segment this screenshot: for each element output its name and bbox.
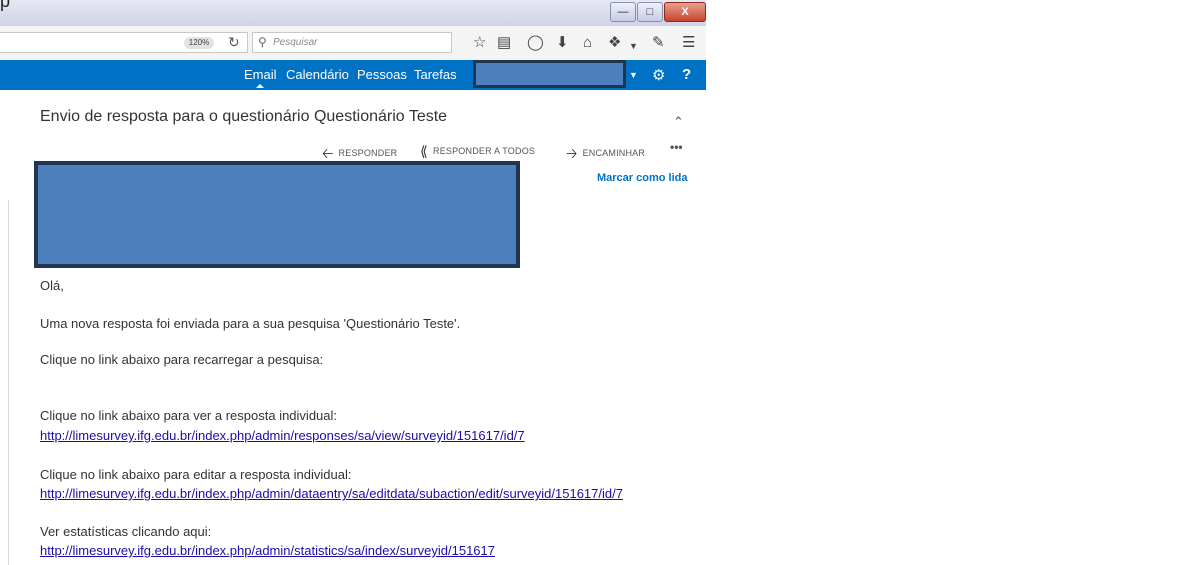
search-input[interactable]: ⚲ Pesquisar — [252, 32, 452, 53]
tab-tasks[interactable]: Tarefas — [414, 67, 457, 82]
view-response-link[interactable]: http://limesurvey.ifg.edu.br/index.php/a… — [40, 428, 525, 443]
partial-glyph: p — [0, 0, 11, 11]
address-bar[interactable]: 120% ↻ — [0, 32, 248, 53]
extension-icon[interactable]: ❖ — [608, 34, 621, 51]
tab-email[interactable]: Email — [244, 67, 277, 88]
message-subject: Envio de resposta para o questionário Qu… — [40, 108, 448, 125]
reading-list-icon[interactable]: ▤ — [497, 34, 511, 51]
body-line-view: Clique no link abaixo para ver a respost… — [40, 408, 338, 423]
close-window-button[interactable]: X — [664, 2, 706, 22]
reply-all-arrow-icon: ⟪ — [420, 143, 428, 159]
search-placeholder: Pesquisar — [273, 37, 318, 48]
reply-label: RESPONDER — [338, 148, 398, 158]
forward-label: ENCAMINHAR — [582, 148, 646, 158]
body-line-edit: Clique no link abaixo para editar a resp… — [40, 467, 352, 482]
tab-calendar[interactable]: Calendário — [286, 67, 349, 82]
body-line-reload: Clique no link abaixo para recarregar a … — [40, 352, 324, 367]
window-controls: — □ X — [609, 2, 706, 22]
pen-icon[interactable]: ✎ — [652, 34, 665, 51]
settings-gear-icon[interactable]: ⚙ — [652, 66, 665, 84]
statistics-link[interactable]: http://limesurvey.ifg.edu.br/index.php/a… — [40, 543, 495, 558]
pocket-icon[interactable]: ◯ — [527, 34, 544, 51]
maximize-button[interactable]: □ — [637, 2, 663, 22]
collapse-icon[interactable]: ⌃ — [673, 114, 684, 130]
body-line-statistics: Ver estatísticas clicando aqui: — [40, 524, 212, 539]
browser-toolbar: 120% ↻ ⚲ Pesquisar ☆ ▤ ◯ ⬇ ⌂ ❖ ▼ ✎ ☰ — [0, 26, 706, 61]
edit-response-link[interactable]: http://limesurvey.ifg.edu.br/index.php/a… — [40, 486, 623, 501]
more-options-icon[interactable]: ••• — [670, 140, 683, 154]
tab-people[interactable]: Pessoas — [357, 67, 407, 82]
reply-arrow-icon: 🡠 — [322, 145, 334, 161]
search-icon: ⚲ — [258, 35, 267, 49]
forward-arrow-icon: 🡢 — [566, 145, 578, 161]
redacted-sender-info — [34, 161, 520, 268]
minimize-button[interactable]: — — [610, 2, 636, 22]
forward-button[interactable]: 🡢 ENCAMINHAR — [566, 143, 645, 167]
reply-all-button[interactable]: ⟪ RESPONDER A TODOS — [420, 143, 535, 160]
window-titlebar: p — □ X — [0, 0, 706, 26]
download-icon[interactable]: ⬇ — [556, 34, 569, 51]
body-line-new-response: Uma nova resposta foi enviada para a sua… — [40, 316, 461, 331]
menu-icon[interactable]: ☰ — [682, 34, 695, 51]
zoom-indicator[interactable]: 120% — [184, 37, 214, 49]
reply-all-label: RESPONDER A TODOS — [433, 146, 536, 156]
mark-as-read-link[interactable]: Marcar como lida — [597, 172, 687, 184]
redacted-account-name — [473, 60, 626, 88]
chevron-down-icon[interactable]: ▼ — [629, 38, 638, 55]
home-icon[interactable]: ⌂ — [583, 34, 592, 51]
account-chevron-down-icon[interactable]: ▼ — [629, 70, 638, 80]
bookmark-star-icon[interactable]: ☆ — [473, 34, 486, 51]
reload-icon[interactable]: ↻ — [228, 34, 240, 51]
pane-divider — [8, 200, 9, 565]
greeting-text: Olá, — [40, 278, 64, 293]
help-icon[interactable]: ? — [682, 66, 691, 83]
